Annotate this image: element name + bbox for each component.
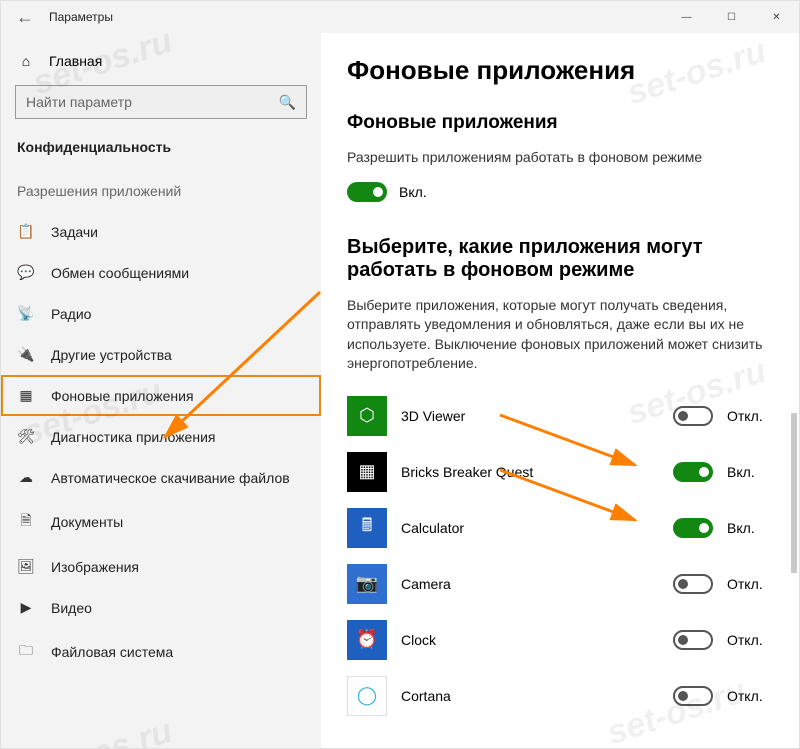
app-icon: 🖩: [347, 508, 387, 548]
close-button[interactable]: ✕: [754, 1, 799, 33]
nav-icon: 💬: [17, 264, 35, 281]
app-toggle-label: Откл.: [727, 632, 771, 648]
app-row: 🖩 Calculator Вкл.: [347, 500, 771, 556]
sidebar-item-видео[interactable]: ▶ Видео: [1, 587, 321, 628]
app-toggle-label: Откл.: [727, 408, 771, 424]
app-toggle[interactable]: [673, 406, 713, 426]
window-title: Параметры: [49, 10, 664, 24]
app-row: ▦ Bricks Breaker Quest Вкл.: [347, 444, 771, 500]
app-row: ◯ Cortana Откл.: [347, 668, 771, 724]
nav-icon: 🔌: [17, 346, 35, 363]
app-icon: ⬡: [347, 396, 387, 436]
nav-icon: 🗀: [17, 640, 35, 664]
nav-label: Файловая система: [51, 644, 173, 660]
sidebar-item-фоновые-приложения[interactable]: ▦ Фоновые приложения: [1, 375, 321, 416]
app-row: 📷 Camera Откл.: [347, 556, 771, 612]
nav-label: Автоматическое скачивание файлов: [51, 470, 290, 486]
sidebar-item-автоматическое-скачивание-файлов[interactable]: ☁ Автоматическое скачивание файлов: [1, 457, 321, 498]
nav-icon: 📡: [17, 305, 35, 322]
app-row: ⏰ Clock Откл.: [347, 612, 771, 668]
search-input[interactable]: Найти параметр 🔍: [15, 85, 307, 119]
nav-icon: 📋: [17, 223, 35, 240]
app-toggle-label: Вкл.: [727, 464, 771, 480]
watermark: set-os.ru: [28, 712, 177, 748]
maximize-button[interactable]: ☐: [709, 1, 754, 33]
app-icon: ⏰: [347, 620, 387, 660]
sidebar: ⌂ Главная Найти параметр 🔍 Конфиденциаль…: [1, 33, 321, 748]
section-choose-apps: Выберите, какие приложения могут работат…: [347, 236, 771, 282]
sidebar-item-другие-устройства[interactable]: 🔌 Другие устройства: [1, 334, 321, 375]
app-icon: ◯: [347, 676, 387, 716]
back-button[interactable]: ←: [1, 7, 49, 28]
titlebar: ← Параметры — ☐ ✕: [1, 1, 799, 33]
app-icon: 📷: [347, 564, 387, 604]
app-name: Cortana: [401, 688, 659, 704]
nav-label: Документы: [51, 514, 123, 530]
nav-icon: ▦: [17, 387, 35, 404]
app-name: Clock: [401, 632, 659, 648]
nav-label: Изображения: [51, 559, 139, 575]
app-toggle[interactable]: [673, 462, 713, 482]
home-nav[interactable]: ⌂ Главная: [1, 43, 321, 79]
nav-label: Фоновые приложения: [51, 388, 194, 404]
nav-label: Другие устройства: [51, 347, 172, 363]
search-placeholder: Найти параметр: [26, 94, 279, 110]
app-name: 3D Viewer: [401, 408, 659, 424]
section-bg-apps: Фоновые приложения: [347, 112, 771, 134]
home-label: Главная: [49, 53, 102, 69]
scrollbar[interactable]: [791, 413, 797, 573]
nav-label: Радио: [51, 306, 91, 322]
nav-icon: 🛠: [17, 428, 35, 445]
allow-description: Разрешить приложениям работать в фоновом…: [347, 148, 771, 168]
master-toggle[interactable]: [347, 182, 387, 202]
nav-icon: 🗎: [17, 510, 35, 534]
app-toggle[interactable]: [673, 630, 713, 650]
app-toggle[interactable]: [673, 518, 713, 538]
app-toggle-label: Откл.: [727, 688, 771, 704]
minimize-button[interactable]: —: [664, 1, 709, 33]
nav-label: Задачи: [51, 224, 98, 240]
sidebar-item-задачи[interactable]: 📋 Задачи: [1, 211, 321, 252]
group-permissions: Разрешения приложений: [1, 169, 321, 211]
content: Фоновые приложения Фоновые приложения Ра…: [321, 33, 799, 748]
sidebar-item-радио[interactable]: 📡 Радио: [1, 293, 321, 334]
app-toggle-label: Откл.: [727, 576, 771, 592]
app-toggle[interactable]: [673, 574, 713, 594]
sidebar-item-документы[interactable]: 🗎 Документы: [1, 498, 321, 546]
choose-description: Выберите приложения, которые могут получ…: [347, 296, 771, 374]
sidebar-item-изображения[interactable]: 🖼 Изображения: [1, 546, 321, 587]
nav-icon: 🖼: [17, 558, 35, 575]
nav-label: Обмен сообщениями: [51, 265, 189, 281]
sidebar-item-диагностика-приложения[interactable]: 🛠 Диагностика приложения: [1, 416, 321, 457]
section-confidentiality: Конфиденциальность: [1, 133, 321, 169]
nav-label: Диагностика приложения: [51, 429, 215, 445]
nav-icon: ☁: [17, 469, 35, 486]
sidebar-item-файловая-система[interactable]: 🗀 Файловая система: [1, 628, 321, 676]
app-name: Camera: [401, 576, 659, 592]
app-name: Calculator: [401, 520, 659, 536]
app-toggle-label: Вкл.: [727, 520, 771, 536]
nav-label: Видео: [51, 600, 92, 616]
app-row: ⬡ 3D Viewer Откл.: [347, 388, 771, 444]
page-title: Фоновые приложения: [347, 55, 771, 86]
home-icon: ⌂: [17, 53, 35, 69]
app-name: Bricks Breaker Quest: [401, 464, 659, 480]
nav-icon: ▶: [17, 599, 35, 616]
search-icon: 🔍: [279, 94, 296, 111]
master-toggle-label: Вкл.: [399, 184, 427, 200]
app-icon: ▦: [347, 452, 387, 492]
sidebar-item-обмен-сообщениями[interactable]: 💬 Обмен сообщениями: [1, 252, 321, 293]
app-toggle[interactable]: [673, 686, 713, 706]
